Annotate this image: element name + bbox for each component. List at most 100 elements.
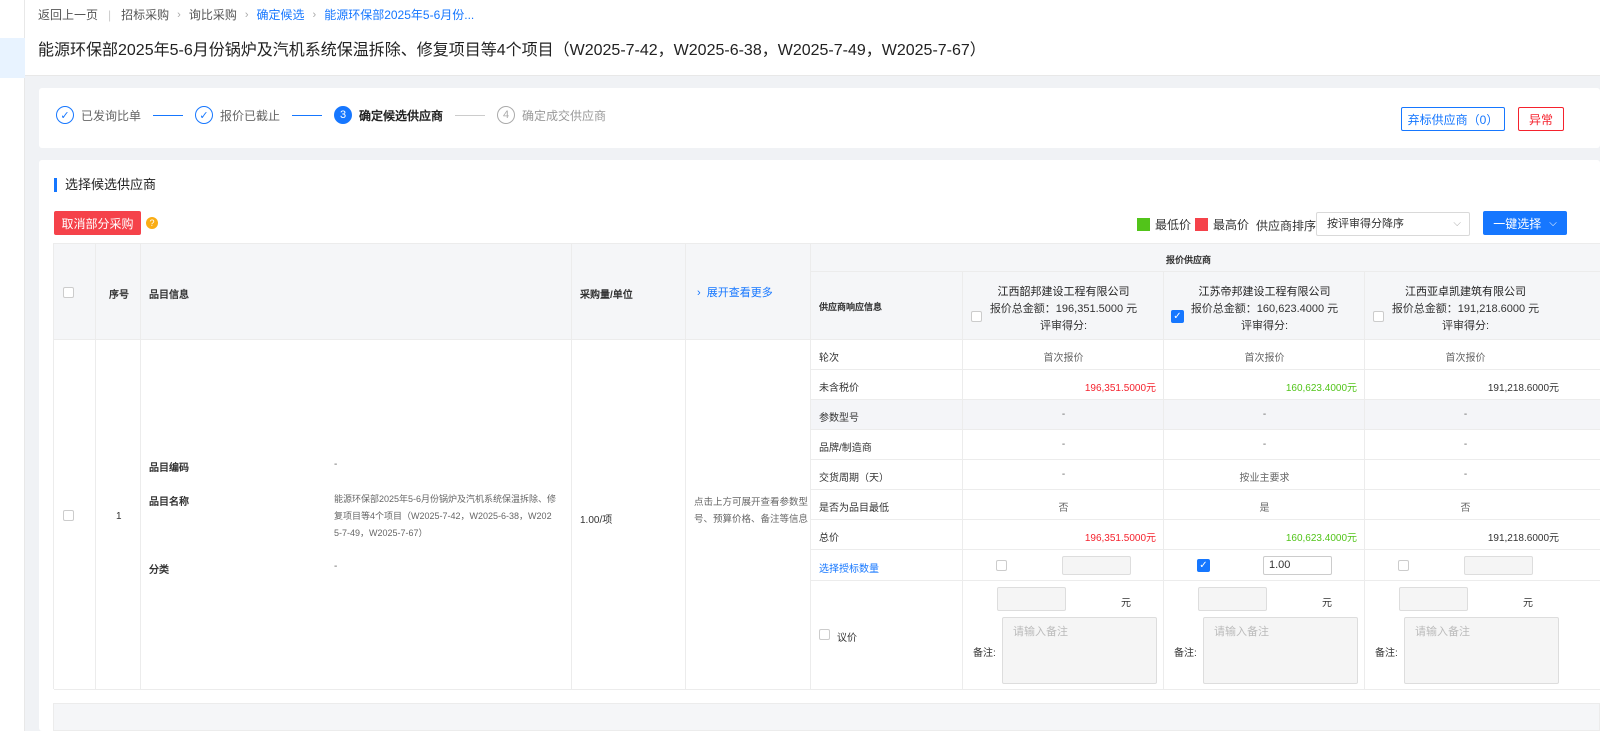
award-checkbox[interactable] (1398, 560, 1409, 571)
step-3: 3 确定候选供应商 (334, 106, 443, 124)
step-label: 报价已截止 (220, 108, 281, 123)
abandon-supplier-button[interactable]: 弃标供应商（0） (1401, 107, 1505, 131)
header-expand: › 展开查看更多 (686, 244, 811, 340)
breadcrumb-item-3[interactable]: 确定候选 (257, 6, 305, 23)
award-qty-input[interactable] (1464, 556, 1533, 575)
expand-more-link[interactable]: › 展开查看更多 (697, 284, 773, 300)
page-header: 返回上一页 | 招标采购 › 询比采购 › 确定候选 › 能源环保部2025年5… (25, 0, 1600, 76)
supplier-checkbox[interactable] (971, 311, 982, 322)
attr-label-cell: 参数型号 (811, 400, 963, 430)
attr-label-cell: 品牌/制造商 (811, 430, 963, 460)
attr-cell: 191,218.6000元 (1365, 370, 1600, 400)
green-square-icon (1137, 218, 1150, 231)
breadcrumb-divider: | (108, 7, 112, 22)
award-checkbox-checked[interactable]: ✓ (1197, 559, 1210, 572)
award-qty-input[interactable] (1062, 556, 1131, 575)
award-qty-cell (963, 550, 1164, 581)
attr-label: 交货周期（天） (819, 473, 889, 484)
attr-label-cell: 总价 (811, 520, 963, 550)
attr-cell: 160,623.4000元 (1164, 370, 1365, 400)
negotiated-price-input[interactable] (1198, 587, 1267, 611)
header-label: 供应商响应信息 (819, 302, 883, 312)
chevron-down-icon: ⌵ (1453, 218, 1461, 229)
row-expand-cell: 点击上方可展开查看参数型 号、预算价格、备注等信息 (686, 340, 811, 690)
sidebar-active-item[interactable] (0, 38, 25, 78)
delivery-value: 按业主要求 (1239, 473, 1290, 484)
negotiated-price-input[interactable] (997, 587, 1066, 611)
negotiated-price-input[interactable] (1399, 587, 1468, 611)
total-price: 196,351.5000元 (1084, 533, 1156, 544)
row-checkbox[interactable] (63, 510, 74, 521)
item-code-value: - (334, 459, 338, 470)
supplier-total: 报价总金额：191,218.6000 元 (1391, 303, 1540, 315)
step-4: 4 确定成交供应商 (497, 106, 606, 124)
negotiate-checkbox[interactable] (819, 629, 830, 640)
brand-value: - (1463, 439, 1468, 450)
total-price: 191,218.6000元 (1487, 533, 1559, 544)
row-qty-cell: 1.00/项 (572, 340, 686, 690)
abnormal-button[interactable]: 异常 (1518, 107, 1564, 131)
next-table-header (53, 703, 1600, 731)
supplier-header-1: 江西韶邦建设工程有限公司 报价总金额：196,351.5000 元 评审得分: (963, 272, 1164, 340)
header-response: 供应商响应信息 (811, 272, 963, 340)
negotiate-supplier-cell: 元 备注: 请输入备注 (963, 581, 1164, 690)
supplier-name: 江苏帝邦建设工程有限公司 (1198, 286, 1331, 298)
supplier-checkbox-checked[interactable]: ✓ (1171, 310, 1184, 323)
round-value: 首次报价 (1244, 353, 1285, 364)
remark-textarea[interactable]: 请输入备注 (1404, 617, 1559, 684)
sort-select[interactable]: 按评审得分降序 ⌵ (1316, 212, 1470, 236)
step-number: 4 (497, 106, 516, 124)
negotiate-cell: 议价 (811, 581, 963, 690)
select-award-qty-link[interactable]: 选择授标数量 (819, 560, 879, 575)
brand-value: - (1061, 439, 1066, 450)
supplier-score: 评审得分: (1039, 320, 1088, 332)
attr-label: 轮次 (819, 353, 839, 364)
remark-textarea[interactable]: 请输入备注 (1203, 617, 1358, 684)
attr-cell: 按业主要求 (1164, 460, 1365, 490)
select-candidate-card: 选择候选供应商 取消部分采购 ? 最低价 最高价 供应商排序 按评审得分降序 ⌵ … (39, 160, 1600, 731)
red-square-icon (1195, 218, 1208, 231)
step-bar: ✓ 已发询比单 ✓ 报价已截止 3 确定候选供应商 4 确定成交供应商 (56, 106, 606, 124)
cancel-partial-button[interactable]: 取消部分采购 (54, 211, 141, 235)
is-lowest-value: 是 (1259, 503, 1270, 514)
supplier-total: 报价总金额：160,623.4000 元 (1190, 303, 1339, 315)
attr-cell: 196,351.5000元 (963, 520, 1164, 550)
supplier-score: 评审得分: (1240, 320, 1289, 332)
item-code-label: 品目编码 (149, 463, 189, 474)
attr-cell: - (1365, 400, 1600, 430)
item-name-line: 5-7-49，W2025-7-67） (334, 528, 428, 538)
remark-textarea[interactable]: 请输入备注 (1002, 617, 1157, 684)
header-quote-suppliers: 报价供应商 (811, 244, 1600, 272)
page-title: 能源环保部2025年5-6月份锅炉及汽机系统保温拆除、修复项目等4个项目（W20… (38, 42, 986, 59)
button-label: 一键选择 (1493, 216, 1542, 231)
item-category-value: - (334, 561, 338, 572)
item-name-label: 品目名称 (149, 497, 189, 508)
negotiate-supplier-cell: 元 备注: 请输入备注 (1164, 581, 1365, 690)
breadcrumb: 返回上一页 | 招标采购 › 询比采购 › 确定候选 › 能源环保部2025年5… (38, 6, 474, 23)
supplier-total: 报价总金额：196,351.5000 元 (989, 303, 1138, 315)
attr-cell: - (963, 400, 1164, 430)
award-qty-input[interactable]: 1.00 (1263, 556, 1332, 575)
help-icon[interactable]: ? (146, 217, 158, 229)
price-ex-tax: 160,623.4000元 (1285, 383, 1357, 394)
attr-cell: - (1365, 430, 1600, 460)
one-click-select-button[interactable]: 一键选择 ⌵ (1483, 211, 1567, 235)
breadcrumb-item-2[interactable]: 询比采购 (189, 6, 237, 23)
row-select-cell (54, 340, 96, 690)
breadcrumb-item-1[interactable]: 招标采购 (121, 6, 169, 23)
award-checkbox[interactable] (996, 560, 1007, 571)
left-sidebar (0, 0, 25, 731)
attr-cell: - (963, 430, 1164, 460)
attr-label: 品牌/制造商 (819, 443, 872, 454)
attr-cell: 首次报价 (1164, 340, 1365, 370)
round-value: 首次报价 (1445, 353, 1486, 364)
step-label: 确定候选供应商 (359, 108, 444, 123)
select-all-checkbox[interactable] (63, 287, 74, 298)
attr-cell: - (963, 460, 1164, 490)
supplier-checkbox[interactable] (1373, 311, 1384, 322)
attr-label: 未含税价 (819, 383, 859, 394)
model-value: - (1262, 409, 1267, 420)
supplier-table: 序号 品目信息 采购量/单位 › 展开查看更多 报价供应商 供应商响应信息 江西… (53, 243, 1600, 690)
chevron-right-icon: › (697, 287, 707, 299)
back-link[interactable]: 返回上一页 (38, 6, 98, 23)
